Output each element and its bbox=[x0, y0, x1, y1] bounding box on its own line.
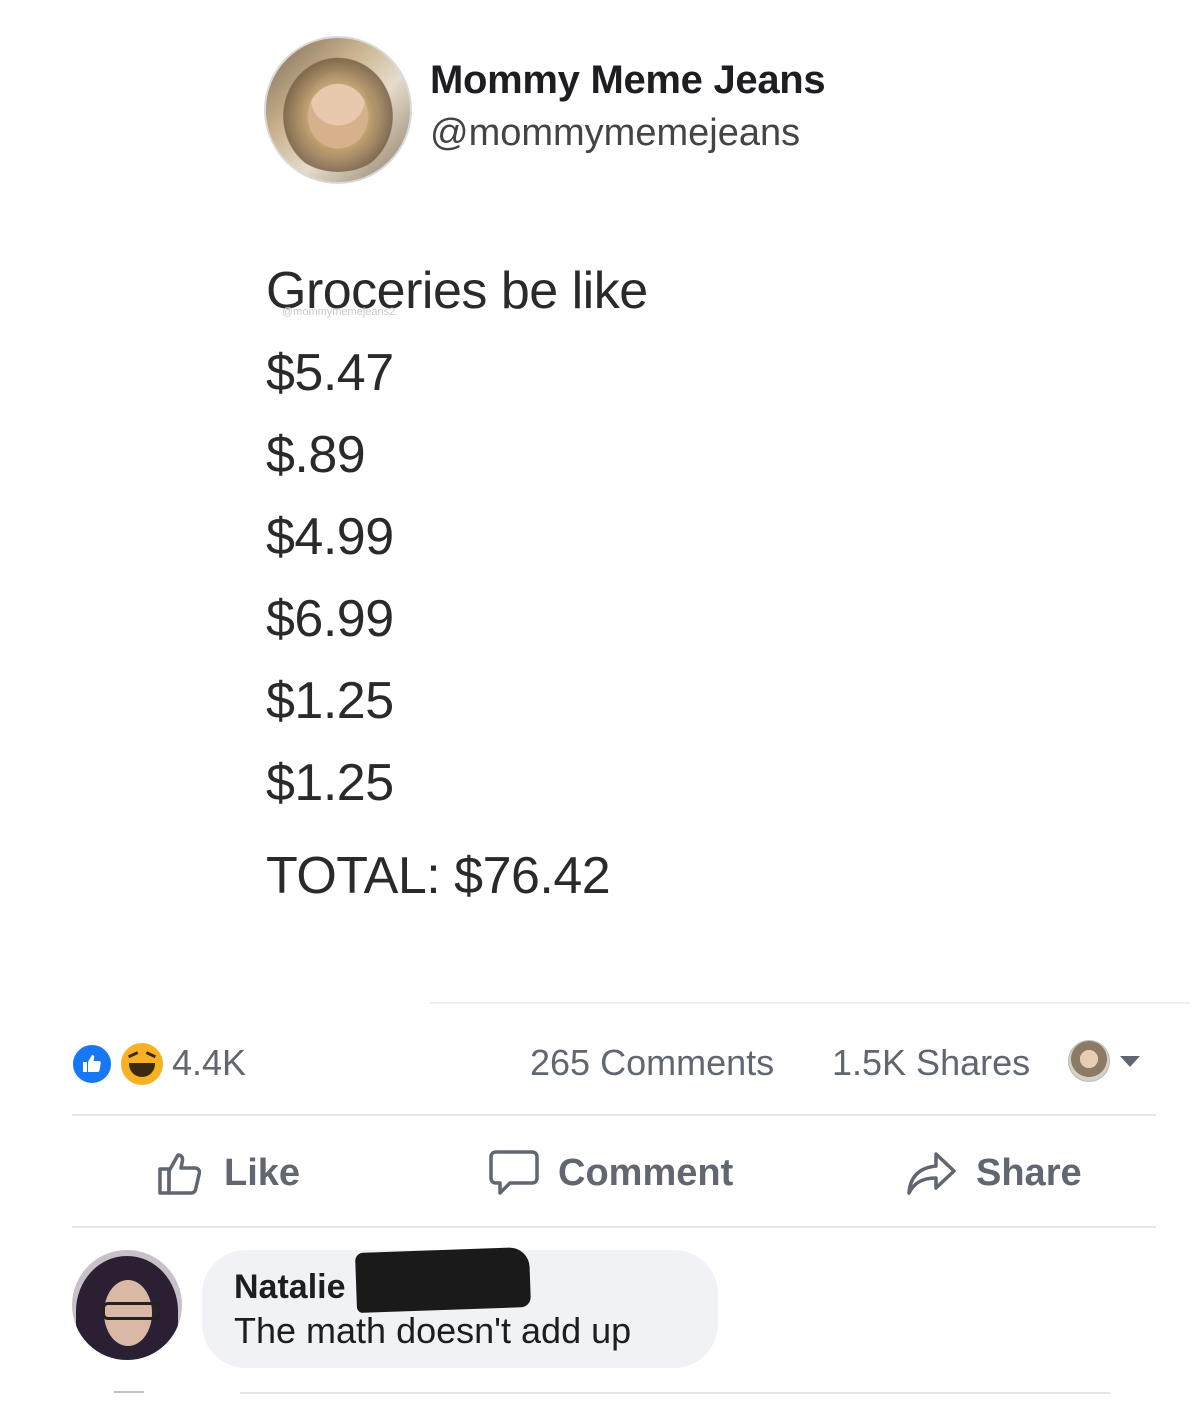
comment-button[interactable]: Comment bbox=[488, 1140, 733, 1206]
author-handle: @mommymemejeans bbox=[430, 112, 801, 154]
haha-reaction-icon[interactable] bbox=[118, 1040, 166, 1088]
author-avatar bbox=[264, 36, 412, 184]
divider bbox=[240, 1392, 1110, 1394]
price-line: $1.25 bbox=[266, 672, 394, 730]
comment-icon bbox=[489, 1150, 539, 1195]
redaction-bar bbox=[355, 1246, 531, 1314]
share-button[interactable]: Share bbox=[906, 1140, 1082, 1206]
author-name: Mommy Meme Jeans bbox=[430, 58, 826, 102]
divider bbox=[72, 1114, 1156, 1116]
share-icon bbox=[907, 1152, 956, 1195]
commenter-avatar[interactable] bbox=[72, 1250, 182, 1360]
like-reaction-icon[interactable] bbox=[70, 1042, 114, 1086]
divider bbox=[114, 1391, 144, 1393]
watermark: @mommymemejeans2 bbox=[282, 306, 396, 318]
tweet-text: Groceries be like $5.47 $.89 $4.99 $6.99… bbox=[266, 250, 648, 824]
total-line: TOTAL: $76.42 bbox=[266, 847, 611, 905]
comments-count[interactable]: 265 Comments bbox=[530, 1042, 774, 1084]
commenter-name[interactable]: Natalie bbox=[234, 1268, 346, 1307]
tweet-image[interactable]: Mommy Meme Jeans @mommymemejeans Groceri… bbox=[0, 0, 1200, 1000]
divider bbox=[72, 1226, 1156, 1228]
price-line: $5.47 bbox=[266, 344, 394, 402]
chevron-down-icon[interactable] bbox=[1120, 1056, 1140, 1067]
price-line: $.89 bbox=[266, 426, 366, 484]
divider bbox=[430, 1002, 1190, 1004]
shares-count[interactable]: 1.5K Shares bbox=[832, 1042, 1030, 1084]
comment-label: Comment bbox=[558, 1151, 734, 1194]
page-avatar-selector[interactable] bbox=[1068, 1040, 1110, 1082]
reaction-count[interactable]: 4.4K bbox=[172, 1042, 246, 1084]
price-line: $6.99 bbox=[266, 590, 394, 648]
price-line: $1.25 bbox=[266, 754, 394, 812]
like-button[interactable]: Like bbox=[156, 1140, 300, 1206]
price-line: $4.99 bbox=[266, 508, 394, 566]
thumbs-up-icon bbox=[158, 1153, 202, 1195]
tweet-line-heading: Groceries be like bbox=[266, 262, 648, 320]
share-label: Share bbox=[976, 1151, 1082, 1194]
comment-text: The math doesn't add up bbox=[234, 1310, 632, 1351]
like-label: Like bbox=[224, 1151, 301, 1194]
